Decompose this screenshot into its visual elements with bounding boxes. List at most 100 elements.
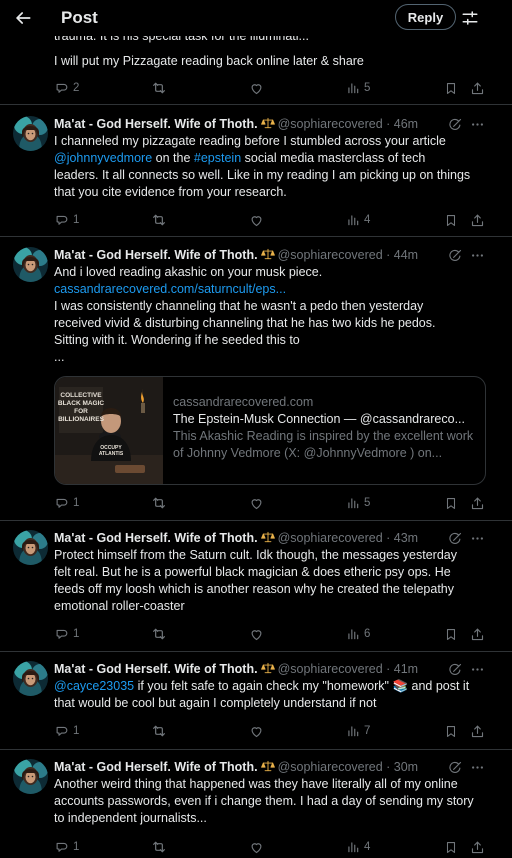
views-action[interactable]: 5 (346, 79, 370, 97)
repost-action[interactable] (151, 211, 167, 229)
like-icon (249, 627, 264, 642)
like-action[interactable] (249, 838, 264, 856)
views-action[interactable]: 7 (346, 722, 370, 740)
like-action[interactable] (249, 211, 264, 229)
reply-action[interactable]: 2 (54, 79, 79, 97)
divider (0, 236, 512, 237)
post-time[interactable]: 44m (394, 248, 418, 262)
mention-link[interactable]: @johnnyvedmore (54, 151, 152, 165)
more-icon[interactable] (470, 531, 485, 546)
reply-icon (54, 81, 69, 96)
share-action[interactable] (470, 79, 485, 97)
reply-action[interactable]: 1 (54, 211, 79, 229)
like-action[interactable] (249, 494, 264, 512)
grok-icon[interactable] (448, 662, 463, 677)
reply-icon (54, 840, 69, 855)
share-action[interactable] (470, 494, 485, 512)
repost-icon (151, 723, 167, 739)
views-count: 6 (364, 628, 371, 640)
reply-button[interactable]: Reply (395, 4, 456, 30)
scales-icon (261, 760, 275, 772)
views-icon (346, 213, 360, 227)
views-action[interactable]: 5 (346, 494, 370, 512)
more-icon[interactable] (470, 117, 485, 132)
author-name[interactable]: Ma'at - God Herself. Wife of Thoth. (54, 662, 258, 676)
reply-action[interactable]: 1 (54, 625, 79, 643)
share-action[interactable] (470, 722, 485, 740)
share-action[interactable] (470, 211, 485, 229)
grok-icon[interactable] (448, 117, 463, 132)
post-header-icons (448, 759, 488, 776)
like-action[interactable] (249, 79, 264, 97)
avatar[interactable] (13, 530, 48, 565)
post-header-icons (448, 530, 488, 547)
post-time[interactable]: 30m (394, 760, 418, 774)
like-icon (249, 840, 264, 855)
card-image-text: BILLIONAIRES (58, 416, 105, 423)
author-name[interactable]: Ma'at - God Herself. Wife of Thoth. (54, 117, 258, 131)
avatar[interactable] (13, 661, 48, 696)
more-icon[interactable] (470, 760, 485, 775)
more-icon[interactable] (470, 248, 485, 263)
previous-post-text: trauma. It is his special task for the i… (54, 36, 494, 70)
mention-link[interactable]: @cayce23035 (54, 679, 134, 693)
back-arrow-icon[interactable] (12, 8, 34, 28)
like-action[interactable] (249, 625, 264, 643)
post-header: Ma'at - God Herself. Wife of Thoth. @soph… (54, 662, 419, 676)
share-action[interactable] (470, 838, 485, 856)
link-preview-card[interactable]: OCCUPY ATLANTIS COLLECTIVE BLACK MAGIC F… (54, 376, 486, 485)
bookmark-action[interactable] (444, 79, 458, 97)
bookmark-action[interactable] (444, 211, 458, 229)
author-handle[interactable]: @sophiarecovered (278, 531, 383, 545)
bookmark-action[interactable] (444, 722, 458, 740)
grok-icon[interactable] (448, 760, 463, 775)
post-text: Protect himself from the Saturn cult. Id… (54, 548, 457, 613)
views-action[interactable]: 4 (346, 211, 370, 229)
like-action[interactable] (249, 722, 264, 740)
bookmark-action[interactable] (444, 838, 458, 856)
reply-action[interactable]: 1 (54, 494, 79, 512)
repost-action[interactable] (151, 494, 167, 512)
share-action[interactable] (470, 625, 485, 643)
author-name[interactable]: Ma'at - God Herself. Wife of Thoth. (54, 531, 258, 545)
repost-icon (151, 839, 167, 855)
reply-action[interactable]: 1 (54, 722, 79, 740)
post-time[interactable]: 41m (394, 662, 418, 676)
repost-action[interactable] (151, 838, 167, 856)
action-bar: 1 4 (54, 838, 486, 856)
author-handle[interactable]: @sophiarecovered (278, 117, 383, 131)
post-time[interactable]: 43m (394, 531, 418, 545)
bookmark-icon (444, 496, 458, 511)
author-name[interactable]: Ma'at - God Herself. Wife of Thoth. (54, 248, 258, 262)
views-count: 4 (364, 214, 371, 226)
author-handle[interactable]: @sophiarecovered (278, 760, 383, 774)
avatar[interactable] (13, 759, 48, 794)
scales-icon (261, 662, 275, 674)
bookmark-action[interactable] (444, 494, 458, 512)
repost-action[interactable] (151, 79, 167, 97)
repost-action[interactable] (151, 722, 167, 740)
like-icon (249, 496, 264, 511)
post-header-icons (448, 247, 488, 264)
author-name[interactable]: Ma'at - God Herself. Wife of Thoth. (54, 760, 258, 774)
avatar[interactable] (13, 116, 48, 151)
author-handle[interactable]: @sophiarecovered (278, 662, 383, 676)
repost-icon (151, 626, 167, 642)
author-handle[interactable]: @sophiarecovered (278, 248, 383, 262)
post-time[interactable]: 46m (394, 117, 418, 131)
avatar[interactable] (13, 247, 48, 282)
grok-icon[interactable] (448, 248, 463, 263)
views-action[interactable]: 6 (346, 625, 370, 643)
views-icon (346, 840, 360, 854)
repost-action[interactable] (151, 625, 167, 643)
more-icon[interactable] (470, 662, 485, 677)
grok-icon[interactable] (448, 531, 463, 546)
filter-icon[interactable] (461, 9, 479, 27)
post-header: Ma'at - God Herself. Wife of Thoth. @soph… (54, 531, 419, 545)
reply-action[interactable]: 1 (54, 838, 79, 856)
hashtag-link[interactable]: #epstein (194, 151, 241, 165)
bookmark-action[interactable] (444, 625, 458, 643)
article-link[interactable]: cassandrarecovered.com/saturncult/eps... (54, 282, 286, 296)
action-bar: 1 5 (54, 494, 486, 512)
views-action[interactable]: 4 (346, 838, 370, 856)
